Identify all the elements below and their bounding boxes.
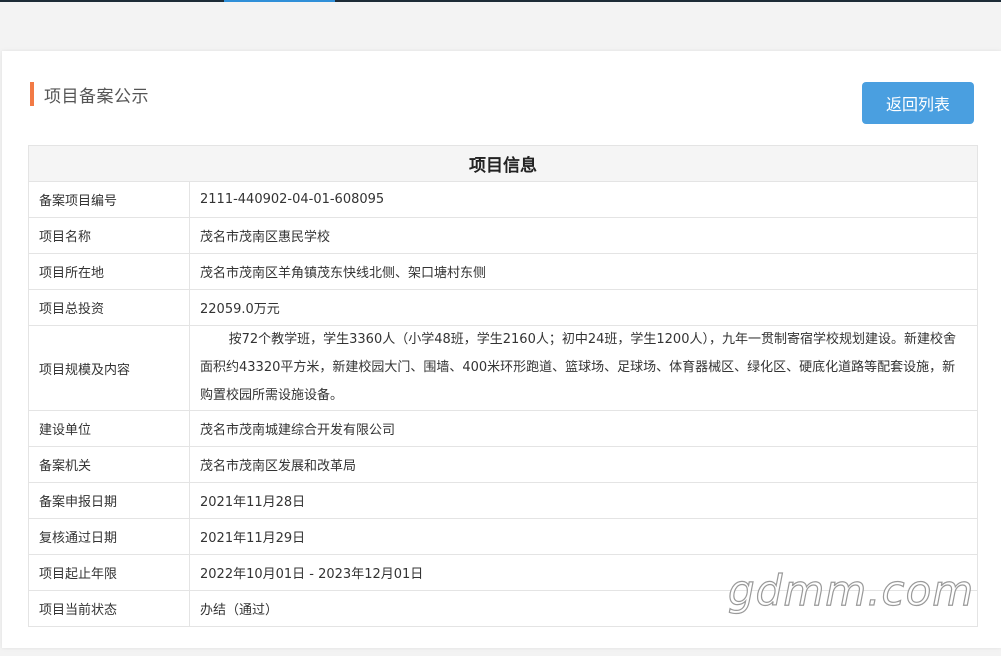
table-row: 项目总投资 22059.0万元 xyxy=(28,289,978,326)
heading-accent-bar xyxy=(30,82,34,106)
top-navigation-bar xyxy=(0,0,1001,2)
watermark-logo: gdmm.com xyxy=(727,565,975,615)
table-row: 建设单位 茂名市茂南城建综合开发有限公司 xyxy=(28,410,978,447)
row-value-record-number: 2111-440902-04-01-608095 xyxy=(189,181,978,218)
row-label-review-date: 复核通过日期 xyxy=(28,518,190,555)
row-label-location: 项目所在地 xyxy=(28,253,190,290)
row-label-construction-unit: 建设单位 xyxy=(28,410,190,447)
row-value-filing-authority: 茂名市茂南区发展和改革局 xyxy=(189,446,978,483)
row-value-construction-unit: 茂名市茂南城建综合开发有限公司 xyxy=(189,410,978,447)
row-label-application-date: 备案申报日期 xyxy=(28,482,190,519)
row-label-duration: 项目起止年限 xyxy=(28,554,190,591)
row-value-location: 茂名市茂南区羊角镇茂东快线北侧、架口塘村东侧 xyxy=(189,253,978,290)
table-row: 备案项目编号 2111-440902-04-01-608095 xyxy=(28,181,978,218)
row-label-scale-content: 项目规模及内容 xyxy=(28,325,190,411)
table-row: 项目所在地 茂名市茂南区羊角镇茂东快线北侧、架口塘村东侧 xyxy=(28,253,978,290)
project-info-table: 项目信息 备案项目编号 2111-440902-04-01-608095 项目名… xyxy=(28,145,978,627)
row-label-status: 项目当前状态 xyxy=(28,590,190,627)
row-label-project-name: 项目名称 xyxy=(28,217,190,254)
row-value-review-date: 2021年11月29日 xyxy=(189,518,978,555)
row-value-application-date: 2021年11月28日 xyxy=(189,482,978,519)
row-value-scale-content: 按72个教学班，学生3360人（小学48班，学生2160人；初中24班，学生12… xyxy=(200,332,956,403)
page-title: 项目备案公示 xyxy=(44,86,149,107)
table-caption: 项目信息 xyxy=(28,145,978,182)
section-heading: 项目备案公示 xyxy=(30,82,149,107)
table-row: 复核通过日期 2021年11月29日 xyxy=(28,518,978,555)
row-label-record-number: 备案项目编号 xyxy=(28,181,190,218)
table-row: 备案机关 茂名市茂南区发展和改革局 xyxy=(28,446,978,483)
row-value-total-investment: 22059.0万元 xyxy=(189,289,978,326)
content-card: 项目备案公示 返回列表 项目信息 备案项目编号 2111-440902-04-0… xyxy=(2,51,1001,648)
row-label-total-investment: 项目总投资 xyxy=(28,289,190,326)
table-row: 项目规模及内容 按72个教学班，学生3360人（小学48班，学生2160人；初中… xyxy=(28,325,978,411)
row-label-filing-authority: 备案机关 xyxy=(28,446,190,483)
top-nav-active-indicator xyxy=(224,0,335,2)
row-value-project-name: 茂名市茂南区惠民学校 xyxy=(189,217,978,254)
table-row: 项目名称 茂名市茂南区惠民学校 xyxy=(28,217,978,254)
table-caption-row: 项目信息 xyxy=(28,145,978,182)
back-to-list-button[interactable]: 返回列表 xyxy=(862,82,974,124)
table-row: 备案申报日期 2021年11月28日 xyxy=(28,482,978,519)
